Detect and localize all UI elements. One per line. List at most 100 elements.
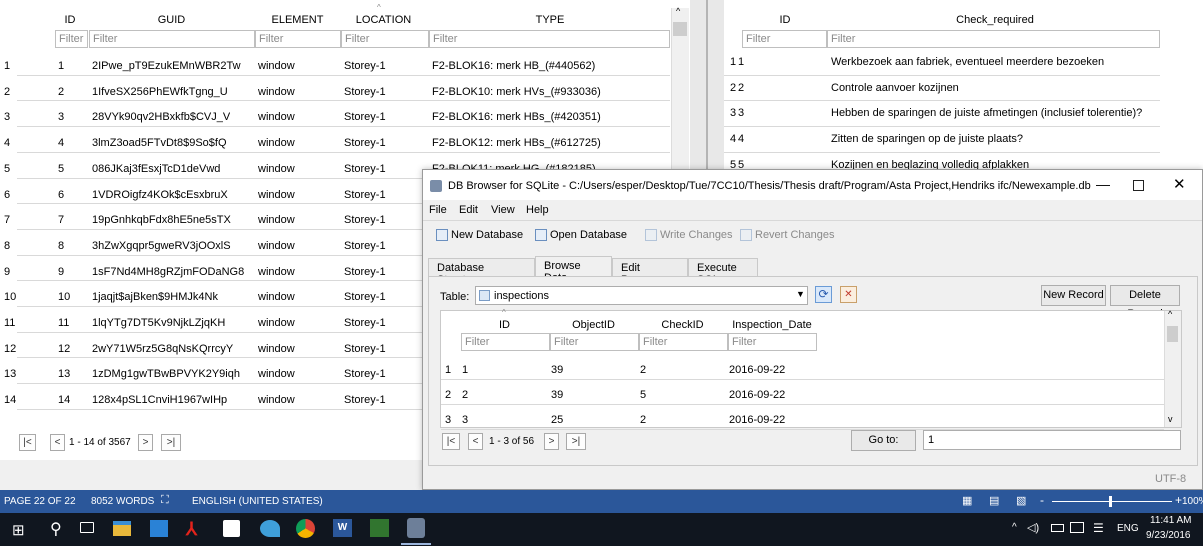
cell-element[interactable]: window [258, 291, 295, 303]
word-icon[interactable]: W [333, 519, 352, 537]
cell-guid[interactable]: 19pGnhkqbFdx8hE5ne5sTX [92, 214, 231, 226]
tray-chevron-icon[interactable]: ^ [1012, 522, 1017, 533]
tab-database-structure[interactable]: Database Structure [428, 258, 535, 286]
cell-location[interactable]: Storey-1 [344, 60, 386, 72]
network-icon[interactable] [1070, 522, 1084, 533]
col-header-type[interactable]: TYPE [430, 14, 670, 26]
col-header-guid[interactable]: GUID [90, 14, 253, 26]
menu-file[interactable]: File [429, 204, 447, 216]
web-layout-icon[interactable]: ▧ [1016, 494, 1026, 507]
col-header-location[interactable]: LOCATION [341, 14, 426, 26]
cell-id[interactable]: 10 [58, 291, 70, 303]
cell-location[interactable]: Storey-1 [344, 214, 386, 226]
grid-scroll-down-icon[interactable]: v [1168, 414, 1173, 424]
right-filter-check[interactable]: Filter [827, 30, 1160, 48]
scroll-up-icon[interactable]: ^ [676, 6, 680, 16]
battery-icon[interactable] [1051, 524, 1064, 532]
cell-id[interactable]: 13 [58, 368, 70, 380]
nav-next-button[interactable]: > [138, 434, 153, 451]
chrome-icon[interactable] [296, 519, 315, 538]
cell-element[interactable]: window [258, 394, 295, 406]
cell-check-required[interactable]: Werkbezoek aan fabriek, eventueel meerde… [831, 56, 1161, 68]
cell-location[interactable]: Storey-1 [344, 317, 386, 329]
cell-inspection-date[interactable]: 2016-09-22 [729, 364, 785, 376]
cell-check-required[interactable]: Zitten de sparingen op de juiste plaats? [831, 133, 1161, 145]
grid-nav-last-button[interactable]: >| [566, 433, 586, 450]
menu-help[interactable]: Help [526, 204, 549, 216]
zoom-level[interactable]: 100% [1182, 496, 1203, 507]
cell-guid[interactable]: 1lqYTg7DT5Kv9NjkLZjqKH [92, 317, 225, 329]
cell-element[interactable]: window [258, 86, 295, 98]
word-count[interactable]: 8052 WORDS [91, 496, 154, 507]
app-icon-bird[interactable] [260, 520, 280, 537]
open-database-button[interactable]: Open Database [535, 225, 627, 245]
cell-id[interactable]: 6 [58, 189, 64, 201]
cell-check-required[interactable]: Controle aanvoer kozijnen [831, 82, 1161, 94]
cell-element[interactable]: window [258, 266, 295, 278]
col-header-id[interactable]: ID [55, 14, 85, 26]
cell-id[interactable]: 4 [58, 137, 64, 149]
maximize-icon[interactable] [1133, 180, 1144, 191]
table-row[interactable] [17, 126, 670, 127]
cell-checkid[interactable]: 2 [640, 364, 646, 376]
cell-id[interactable]: 1 [462, 364, 468, 376]
cell-id[interactable]: 14 [58, 394, 70, 406]
table-row[interactable] [724, 126, 1160, 127]
col-header-element[interactable]: ELEMENT [255, 14, 340, 26]
cell-location[interactable]: Storey-1 [344, 86, 386, 98]
right-col-header-check[interactable]: Check_required [830, 14, 1160, 26]
cell-id[interactable]: 2 [738, 82, 744, 94]
cell-checkid[interactable]: 5 [640, 389, 646, 401]
left-scroll-thumb[interactable] [673, 22, 687, 36]
table-row[interactable] [724, 75, 1160, 76]
cell-element[interactable]: window [258, 317, 295, 329]
filter-type[interactable]: Filter [429, 30, 670, 48]
nav-last-button[interactable]: >| [161, 434, 181, 451]
page-indicator[interactable]: PAGE 22 OF 22 [4, 496, 76, 507]
cell-id[interactable]: 8 [58, 240, 64, 252]
proofing-icon[interactable]: ⛶ [161, 494, 169, 507]
grid-filter-date[interactable]: Filter [728, 333, 817, 351]
cell-id[interactable]: 3 [58, 111, 64, 123]
cell-id[interactable]: 5 [58, 163, 64, 175]
cell-id[interactable]: 4 [738, 133, 744, 145]
table-row[interactable] [17, 75, 670, 76]
input-language[interactable]: ENG [1117, 523, 1139, 534]
grid-filter-id[interactable]: Filter [461, 333, 550, 351]
cell-guid[interactable]: 1IfveSX256PhEWfkTgng_U [92, 86, 228, 98]
right-filter-id[interactable]: Filter [742, 30, 827, 48]
cell-guid[interactable]: 1jaqjt$ajBken$9HMJk4Nk [92, 291, 218, 303]
cell-guid[interactable]: 2IPwe_pT9EzukEMnWBR2Tw [92, 60, 241, 72]
volume-icon[interactable]: ◁) [1027, 521, 1039, 534]
table-row[interactable] [441, 379, 1164, 380]
cell-element[interactable]: window [258, 214, 295, 226]
cell-id[interactable]: 3 [738, 107, 744, 119]
grid-nav-prev-button[interactable]: < [468, 433, 483, 450]
cell-location[interactable]: Storey-1 [344, 240, 386, 252]
table-select[interactable]: inspections ▼ [475, 286, 808, 305]
cell-guid[interactable]: 3lmZ3oad5FTvDt8$9So$fQ [92, 137, 227, 149]
tab-edit-pragmas[interactable]: Edit Pragmas [612, 258, 688, 286]
read-mode-icon[interactable]: ▦ [962, 494, 972, 507]
cell-element[interactable]: window [258, 137, 295, 149]
cell-id[interactable]: 2 [58, 86, 64, 98]
action-center-icon[interactable]: ☰ [1093, 521, 1104, 535]
cell-location[interactable]: Storey-1 [344, 394, 386, 406]
table-row[interactable] [17, 100, 670, 101]
clear-filters-icon[interactable]: ✕ [840, 286, 857, 303]
cell-guid[interactable]: 1VDROigfz4KOk$cEsxbruX [92, 189, 228, 201]
grid-header-checkid[interactable]: CheckID [638, 319, 727, 331]
grid-scroll-up-icon[interactable]: ^ [1168, 309, 1172, 319]
cell-guid[interactable]: 2wY71W5rz5G8qNsKQrrcyY [92, 343, 233, 355]
store-icon[interactable] [223, 520, 240, 537]
clock-time[interactable]: 11:41 AM [1150, 515, 1192, 526]
task-view-icon[interactable] [80, 522, 94, 533]
cell-element[interactable]: window [258, 240, 295, 252]
cell-location[interactable]: Storey-1 [344, 137, 386, 149]
minimize-icon[interactable]: — [1096, 176, 1110, 192]
cell-guid[interactable]: 128x4pSL1CnviH1967wIHp [92, 394, 227, 406]
cell-element[interactable]: window [258, 343, 295, 355]
cell-objectid[interactable]: 39 [551, 389, 563, 401]
language-indicator[interactable]: ENGLISH (UNITED STATES) [192, 496, 323, 507]
grid-filter-checkid[interactable]: Filter [639, 333, 728, 351]
